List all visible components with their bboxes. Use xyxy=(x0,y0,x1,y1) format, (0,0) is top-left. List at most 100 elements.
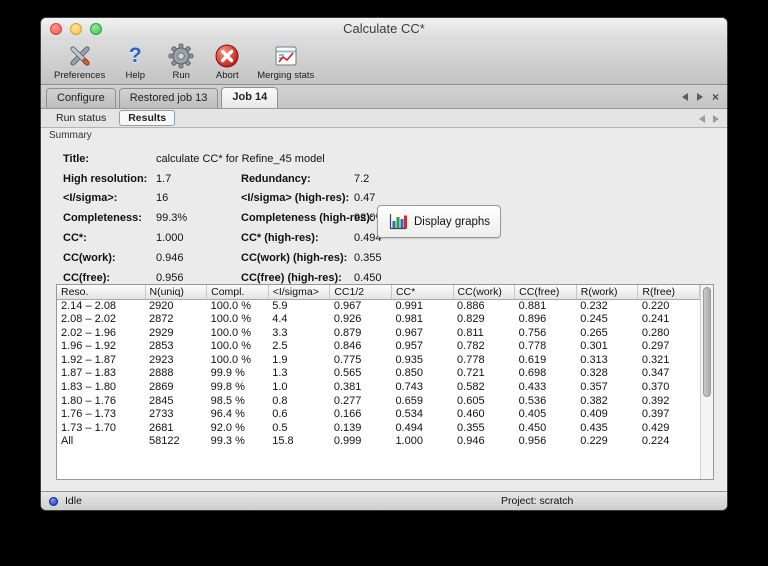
table-cell: 100.0 % xyxy=(210,313,251,326)
table-cell: 0.280 xyxy=(641,326,670,339)
table-cell: 100.0 % xyxy=(210,353,251,366)
table-cell: 0.277 xyxy=(333,394,362,407)
table-cell: 0.370 xyxy=(641,381,670,394)
table-cell: 0.433 xyxy=(518,381,547,394)
table-cell: 0.967 xyxy=(333,299,362,312)
table-cell: 0.782 xyxy=(457,340,485,353)
summary-value: 0.946 xyxy=(156,251,184,264)
preferences-button[interactable]: Preferences xyxy=(47,42,112,81)
table-cell: 0.220 xyxy=(641,299,670,312)
table-cell: 0.967 xyxy=(395,326,423,339)
table-cell: 0.232 xyxy=(580,299,608,312)
table-cell: 0.5 xyxy=(272,421,288,434)
subtab-scroll-right-icon[interactable] xyxy=(713,115,719,123)
table-cell: 1.3 xyxy=(272,367,288,380)
tab-close-icon[interactable]: × xyxy=(712,91,719,103)
results-table-body: 2.14 – 2.08 2920 100.0 % 5.9 0.967 0.991 0.886… xyxy=(57,299,700,449)
table-row[interactable]: 1.83 – 1.80 2869 99.8 % 1.0 0.381 0.743 0.582 0… xyxy=(57,381,700,395)
table-cell: 0.721 xyxy=(457,367,485,380)
merging-stats-icon xyxy=(273,43,299,69)
traffic-lights xyxy=(50,23,102,35)
column-header[interactable]: CC1/2 xyxy=(329,285,392,300)
column-header[interactable]: N(uniq) xyxy=(145,285,208,300)
table-cell: 0.494 xyxy=(395,421,423,434)
tab-job-14[interactable]: Job 14 xyxy=(221,87,279,108)
column-header[interactable]: CC* xyxy=(391,285,454,300)
abort-icon xyxy=(214,43,240,69)
column-header[interactable]: Reso. xyxy=(57,285,146,300)
table-cell: 5.9 xyxy=(272,299,288,312)
summary-value: 0.355 xyxy=(354,251,382,264)
table-cell: 2845 xyxy=(149,394,174,407)
job-tabbar: Configure Restored job 13 Job 14 × xyxy=(41,85,727,109)
table-cell: 0.313 xyxy=(580,353,608,366)
table-cell: 0.886 xyxy=(457,299,485,312)
column-header[interactable]: Compl. xyxy=(206,285,269,300)
result-subtabbar: Run status Results xyxy=(41,109,727,128)
table-row[interactable]: 1.92 – 1.87 2923 100.0 % 1.9 0.775 0.935 0.778… xyxy=(57,354,700,368)
project-label: Project: scratch xyxy=(501,495,574,507)
summary-label: CC* (high-res): xyxy=(241,232,319,245)
zoom-window-button[interactable] xyxy=(90,23,102,35)
table-cell: 4.4 xyxy=(272,313,288,326)
table-cell: 1.83 – 1.80 xyxy=(61,381,117,394)
table-cell: 0.775 xyxy=(333,353,362,366)
table-cell: 96.4 % xyxy=(210,408,245,421)
tab-configure[interactable]: Configure xyxy=(46,88,116,108)
table-row[interactable]: 1.96 – 1.92 2853 100.0 % 2.5 0.846 0.957 0.782… xyxy=(57,340,700,354)
table-cell: 2872 xyxy=(149,313,174,326)
table-cell: 0.811 xyxy=(457,326,484,339)
column-header[interactable]: CC(work) xyxy=(453,285,516,300)
table-row[interactable]: 1.73 – 1.70 2681 92.0 % 0.5 0.139 0.494 0.355 0… xyxy=(57,422,700,436)
help-icon: ? xyxy=(128,44,142,67)
summary-label: CC(free): xyxy=(63,271,111,284)
table-row[interactable]: 2.14 – 2.08 2920 100.0 % 5.9 0.967 0.991 0.886… xyxy=(57,299,700,313)
summary-section-label: Summary xyxy=(41,128,727,143)
subtab-scroll-left-icon[interactable] xyxy=(699,115,705,123)
column-header[interactable]: R(work) xyxy=(576,285,639,300)
column-header[interactable]: R(free) xyxy=(637,285,700,300)
table-scrollbar[interactable] xyxy=(700,285,713,479)
tab-restored-job-13[interactable]: Restored job 13 xyxy=(118,88,219,108)
close-window-button[interactable] xyxy=(50,23,62,35)
table-row[interactable]: 1.87 – 1.83 2888 99.9 % 1.3 0.565 0.850 0.721 0… xyxy=(57,367,700,381)
table-cell: 15.8 xyxy=(272,435,294,448)
minimize-window-button[interactable] xyxy=(70,23,82,35)
abort-button[interactable]: Abort xyxy=(204,42,250,81)
table-row[interactable]: 1.80 – 1.76 2845 98.5 % 0.8 0.277 0.659 0.605 0… xyxy=(57,395,700,409)
merging-stats-button[interactable]: Merging stats xyxy=(250,42,321,81)
subtab-results[interactable]: Results xyxy=(119,110,176,126)
table-cell: 100.0 % xyxy=(210,326,251,339)
subtab-run-status[interactable]: Run status xyxy=(48,111,114,125)
table-cell: 0.301 xyxy=(580,340,608,353)
table-cell: 3.3 xyxy=(272,326,288,339)
toolbar: Preferences ? Help Run Abort Merging sta… xyxy=(41,40,727,85)
tab-controls: × xyxy=(681,91,719,103)
table-scrollbar-thumb[interactable] xyxy=(703,287,711,397)
table-cell: 0.846 xyxy=(333,340,362,353)
titlebar[interactable]: Calculate CC* xyxy=(41,18,727,40)
summary-value: 99.3% xyxy=(156,212,188,225)
column-header[interactable]: <I/sigma> xyxy=(268,285,331,300)
display-graphs-button[interactable]: Display graphs xyxy=(377,205,501,238)
run-button[interactable]: Run xyxy=(158,42,204,81)
status-text: Idle xyxy=(65,495,82,507)
table-row[interactable]: 2.08 – 2.02 2872 100.0 % 4.4 0.926 0.981 0.829… xyxy=(57,313,700,327)
help-button[interactable]: ? Help xyxy=(112,42,158,82)
summary-value: 1.7 xyxy=(156,172,172,185)
summary-label: Completeness: xyxy=(63,212,142,225)
table-cell: 0.534 xyxy=(395,408,423,421)
table-cell: 0.935 xyxy=(395,353,423,366)
tab-scroll-left-icon[interactable] xyxy=(681,93,688,101)
merging-stats-label: Merging stats xyxy=(257,70,315,81)
table-cell: 1.87 – 1.83 xyxy=(61,367,117,380)
window-title: Calculate CC* xyxy=(343,21,425,36)
table-row[interactable]: 2.02 – 1.96 2929 100.0 % 3.3 0.879 0.967 0.811… xyxy=(57,327,700,341)
table-row[interactable]: 1.76 – 1.73 2733 96.4 % 0.6 0.166 0.534 0.460 0… xyxy=(57,408,700,422)
column-header[interactable]: CC(free) xyxy=(514,285,577,300)
table-row[interactable]: All 58122 99.3 % 15.8 0.999 1.000 0.946 0.956 0.… xyxy=(57,435,700,449)
table-cell: All xyxy=(61,435,74,448)
table-cell: 0.460 xyxy=(457,408,485,421)
tab-scroll-right-icon[interactable] xyxy=(696,93,703,101)
summary-value: 0.956 xyxy=(156,271,184,284)
